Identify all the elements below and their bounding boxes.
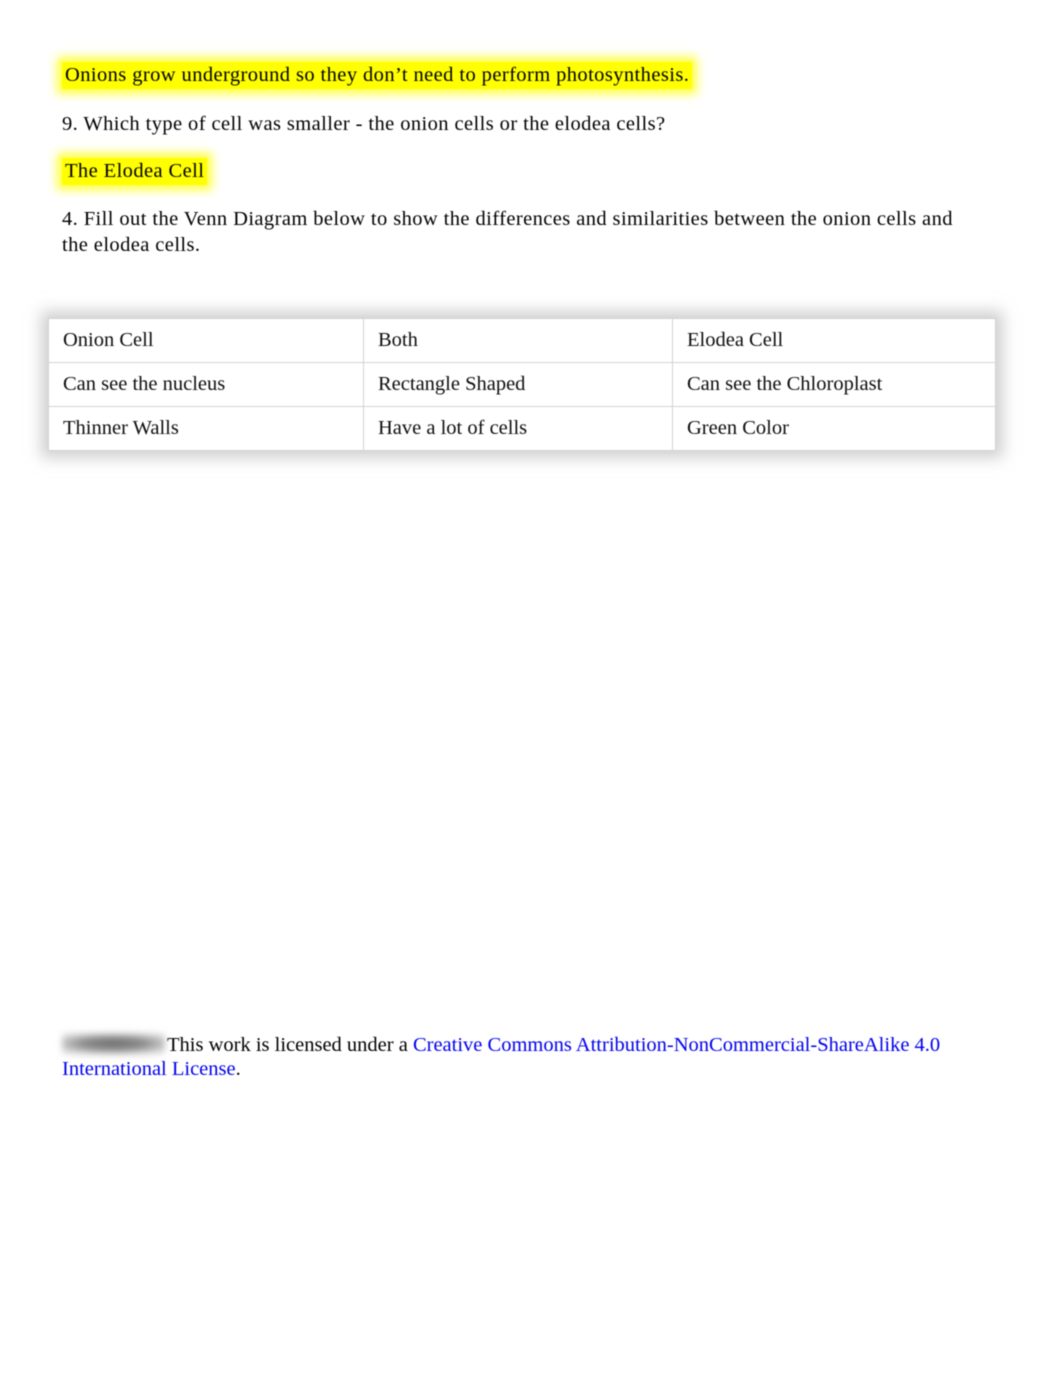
license-lead-text: This work is licensed under a [167,1033,413,1056]
venn-diagram-table: Onion Cell Both Elodea Cell Can see the … [48,318,996,451]
venn-cell-both-1[interactable]: Rectangle Shaped [363,362,673,407]
answer-photosynthesis: Onions grow underground so they don’t ne… [62,62,693,89]
venn-cell-elodea-2[interactable]: Green Color [672,406,996,451]
venn-cell-elodea-1[interactable]: Can see the Chloroplast [672,362,996,407]
table-row: Thinner Walls Have a lot of cells Green … [48,406,996,451]
question-9: 9. Which type of cell was smaller - the … [62,113,666,135]
license-trailing-text: . [235,1057,241,1080]
venn-cell-onion-1[interactable]: Can see the nucleus [48,362,364,407]
venn-cell-onion-header[interactable]: Onion Cell [48,318,364,363]
venn-cell-elodea-header[interactable]: Elodea Cell [672,318,996,363]
question-4: 4. Fill out the Venn Diagram below to sh… [62,208,953,256]
creative-commons-badge-icon[interactable] [62,1032,165,1055]
highlighted-answer-text: The Elodea Cell [62,158,208,185]
venn-cell-onion-2[interactable]: Thinner Walls [48,406,364,451]
answer-elodea: The Elodea Cell [62,158,208,185]
license-footer: This work is licensed under a Creative C… [62,1032,962,1081]
venn-cell-both-2[interactable]: Have a lot of cells [363,406,673,451]
table-row: Can see the nucleus Rectangle Shaped Can… [48,362,996,407]
venn-cell-both-header[interactable]: Both [363,318,673,363]
document-page: Onions grow underground so they don’t ne… [0,0,1062,1376]
highlighted-answer-text: Onions grow underground so they don’t ne… [62,62,693,89]
table-row: Onion Cell Both Elodea Cell [48,318,996,363]
